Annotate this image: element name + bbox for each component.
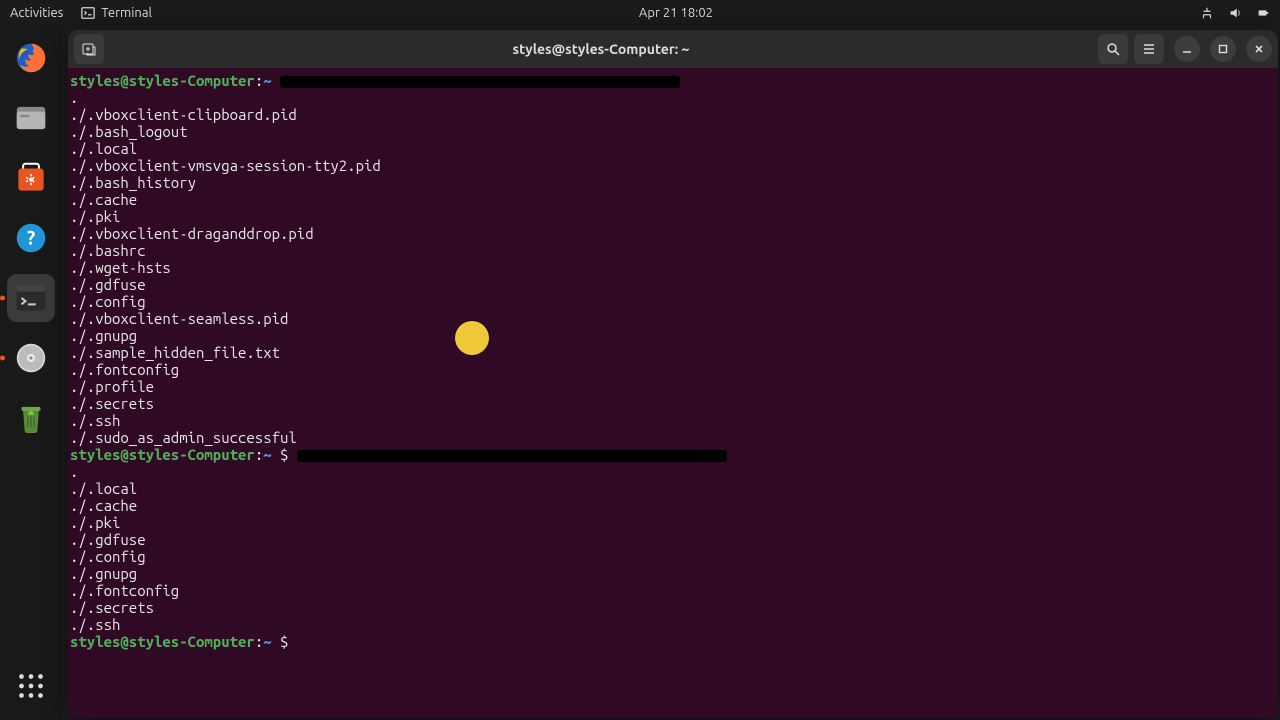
- dock-files[interactable]: [7, 94, 55, 142]
- new-tab-button[interactable]: [74, 34, 104, 64]
- dock-trash[interactable]: [7, 394, 55, 442]
- volume-icon[interactable]: [1228, 6, 1242, 20]
- maximize-button[interactable]: [1210, 36, 1236, 62]
- cursor-highlight-dot: [455, 321, 489, 355]
- terminal-window: styles@styles-Computer: ~ styles@styles-…: [68, 30, 1278, 718]
- terminal-body[interactable]: styles@styles-Computer:~ . ./.vboxclient…: [68, 68, 1278, 718]
- minimize-button[interactable]: [1174, 36, 1200, 62]
- window-titlebar: styles@styles-Computer: ~: [68, 30, 1278, 68]
- network-icon[interactable]: [1200, 6, 1214, 20]
- power-icon[interactable]: [1256, 6, 1270, 20]
- menu-button[interactable]: [1134, 34, 1164, 64]
- dock-show-apps[interactable]: [7, 662, 55, 710]
- dock: ?: [0, 26, 62, 720]
- dock-firefox[interactable]: [7, 34, 55, 82]
- dock-disks[interactable]: [7, 334, 55, 382]
- clock[interactable]: Apr 21 18:02: [639, 6, 713, 20]
- search-button[interactable]: [1098, 34, 1128, 64]
- focused-app-indicator[interactable]: Terminal: [81, 6, 152, 20]
- dock-terminal[interactable]: [7, 274, 55, 322]
- svg-text:?: ?: [27, 226, 35, 248]
- activities-button[interactable]: Activities: [10, 6, 63, 20]
- terminal-icon: [81, 6, 95, 20]
- window-title: styles@styles-Computer: ~: [110, 41, 1092, 57]
- gnome-top-bar: Activities Terminal Apr 21 18:02: [0, 0, 1280, 26]
- close-button[interactable]: [1246, 36, 1272, 62]
- focused-app-label: Terminal: [101, 6, 152, 20]
- dock-help[interactable]: ?: [7, 214, 55, 262]
- dock-software[interactable]: [7, 154, 55, 202]
